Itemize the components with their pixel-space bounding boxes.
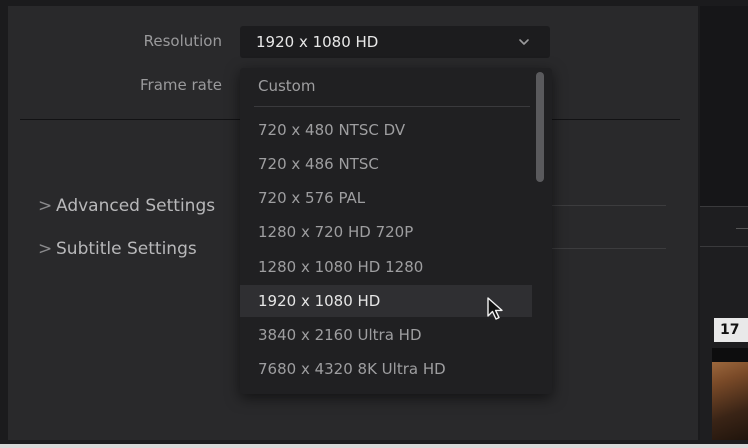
frame-rate-label: Frame rate	[140, 76, 222, 94]
resolution-select[interactable]: 1920 x 1080 HD	[240, 26, 550, 58]
app-frame: 17 Resolution 1920 x 1080 HD Frame rate …	[0, 0, 748, 448]
section-rule	[552, 248, 666, 249]
dropdown-scrollbar[interactable]	[536, 72, 544, 182]
subtitle-settings-toggle[interactable]: > Subtitle Settings	[38, 239, 197, 259]
section-rule	[552, 205, 666, 206]
menu-item-7680x4320[interactable]: 7680 x 4320 8K Ultra HD	[240, 353, 532, 385]
frame-number-badge: 17	[714, 318, 748, 342]
menu-item-720x486[interactable]: 720 x 486 NTSC	[240, 148, 532, 180]
resolution-dropdown-menu: Custom 720 x 480 NTSC DV 720 x 486 NTSC …	[240, 68, 552, 394]
chevron-right-icon: >	[38, 196, 53, 216]
resolution-value: 1920 x 1080 HD	[256, 33, 379, 51]
mouse-cursor-icon	[487, 297, 503, 320]
menu-item-720x576[interactable]: 720 x 576 PAL	[240, 182, 532, 214]
clip-thumbnail[interactable]	[712, 348, 748, 440]
menu-item-1280x720[interactable]: 1280 x 720 HD 720P	[240, 216, 532, 248]
viewer-divider	[700, 206, 748, 207]
subtitle-settings-label: Subtitle Settings	[56, 239, 197, 259]
chevron-down-icon[interactable]	[516, 34, 532, 50]
timeline-ruler-tick	[736, 228, 748, 229]
resolution-label: Resolution	[143, 32, 222, 50]
menu-item-custom[interactable]: Custom	[240, 70, 532, 102]
timeline-divider	[700, 246, 748, 247]
chevron-right-icon: >	[38, 239, 53, 259]
menu-item-1280x1080[interactable]: 1280 x 1080 HD 1280	[240, 251, 532, 283]
menu-divider	[254, 106, 530, 107]
advanced-settings-label: Advanced Settings	[56, 196, 216, 216]
advanced-settings-toggle[interactable]: > Advanced Settings	[38, 196, 215, 216]
viewer-area	[700, 6, 748, 206]
menu-item-720x480[interactable]: 720 x 480 NTSC DV	[240, 114, 532, 146]
